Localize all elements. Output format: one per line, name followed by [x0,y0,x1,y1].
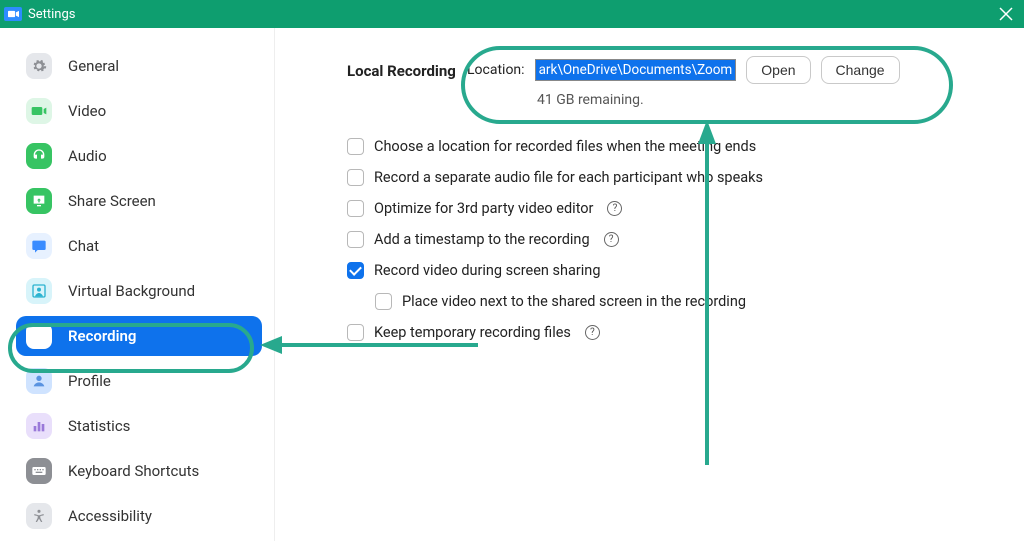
sidebar-item-label: Keyboard Shortcuts [68,462,199,480]
option-label: Record video during screen sharing [374,262,600,279]
help-icon[interactable]: ? [604,232,619,247]
option-row: Optimize for 3rd party video editor? [347,200,984,217]
audio-icon [26,143,52,169]
remaining-text: 41 GB remaining. [537,92,900,108]
sidebar-item-profile[interactable]: Profile [16,361,262,401]
option-row: Add a timestamp to the recording? [347,231,984,248]
option-checkbox[interactable] [347,324,364,341]
option-row: Record a separate audio file for each pa… [347,169,984,186]
option-checkbox[interactable] [347,231,364,248]
option-checkbox[interactable] [347,262,364,279]
option-checkbox[interactable] [375,293,392,310]
help-icon[interactable]: ? [607,201,622,216]
sidebar-item-label: Virtual Background [68,282,195,300]
sidebar: General Video Audio Share Screen Chat Virtual… [0,28,275,541]
option-row: Place video next to the shared screen in… [375,293,984,310]
location-path[interactable]: ark\OneDrive\Documents\Zoom [535,59,737,81]
titlebar: Settings [0,0,1024,28]
option-label: Optimize for 3rd party video editor [374,200,593,217]
sidebar-item-label: Video [68,102,106,120]
sidebar-item-keyboard-shortcuts[interactable]: Keyboard Shortcuts [16,451,262,491]
vb-icon [26,278,52,304]
option-checkbox[interactable] [347,138,364,155]
sidebar-item-label: Statistics [68,417,130,435]
sidebar-item-label: Profile [68,372,111,390]
option-row: Record video during screen sharing [347,262,984,279]
sidebar-item-recording[interactable]: Recording [16,316,262,356]
sidebar-item-video[interactable]: Video [16,91,262,131]
help-icon[interactable]: ? [585,325,600,340]
sidebar-item-audio[interactable]: Audio [16,136,262,176]
option-label: Keep temporary recording files [374,324,571,341]
stats-icon [26,413,52,439]
option-checkbox[interactable] [347,169,364,186]
accessibility-icon [26,503,52,529]
sidebar-item-share-screen[interactable]: Share Screen [16,181,262,221]
sidebar-item-virtual-background[interactable]: Virtual Background [16,271,262,311]
sidebar-item-label: Chat [68,237,99,255]
video-icon [26,98,52,124]
location-label: Location: [467,62,525,78]
sidebar-item-accessibility[interactable]: Accessibility [16,496,262,536]
chat-icon [26,233,52,259]
profile-icon [26,368,52,394]
sidebar-item-label: Accessibility [68,507,152,525]
option-checkbox[interactable] [347,200,364,217]
section-title: Local Recording [347,56,467,80]
option-row: Choose a location for recorded files whe… [347,138,984,155]
option-row: Keep temporary recording files? [347,324,984,341]
sidebar-item-chat[interactable]: Chat [16,226,262,266]
app-icon [4,7,22,21]
sidebar-item-label: Share Screen [68,192,156,210]
share-icon [26,188,52,214]
close-button[interactable] [996,4,1016,24]
sidebar-item-general[interactable]: General [16,46,262,86]
main-content: Local Recording Location: ark\OneDrive\D… [275,28,1024,541]
sidebar-item-label: Recording [68,327,136,345]
keyboard-icon [26,458,52,484]
option-label: Add a timestamp to the recording [374,231,590,248]
sidebar-item-label: General [68,57,119,75]
gear-icon [26,53,52,79]
option-label: Record a separate audio file for each pa… [374,169,763,186]
sidebar-item-label: Audio [68,147,107,165]
sidebar-item-statistics[interactable]: Statistics [16,406,262,446]
record-icon [26,323,52,349]
option-label: Choose a location for recorded files whe… [374,138,756,155]
option-label: Place video next to the shared screen in… [402,293,746,310]
options-list: Choose a location for recorded files whe… [347,138,984,341]
open-button[interactable]: Open [746,56,810,84]
window-title: Settings [28,7,75,22]
change-button[interactable]: Change [821,56,900,84]
